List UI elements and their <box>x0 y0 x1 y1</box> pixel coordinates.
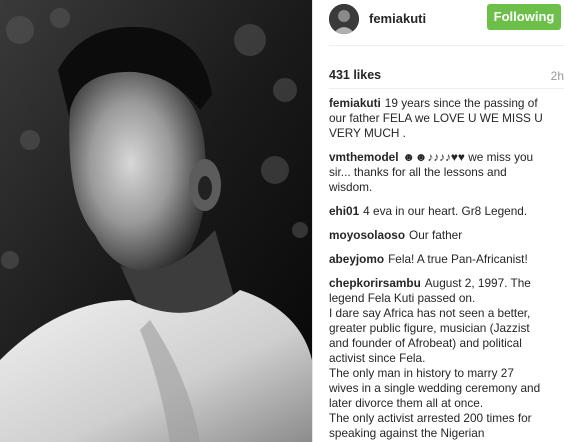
comment-line: and founder of Afrobeat) and political <box>329 336 561 351</box>
comment-item: ehi01 4 eva in our heart. Gr8 Legend. <box>329 204 561 219</box>
post-author-username[interactable]: femiakuti <box>369 11 426 26</box>
post-photo[interactable] <box>0 0 312 442</box>
comment-username[interactable]: vmthemodel <box>329 150 399 164</box>
comment-item: chepkorirsambu August 2, 1997. The legend … <box>329 276 561 441</box>
comment-line: sir... thanks for all the lessons and <box>329 165 561 180</box>
comment-line: activist since Fela. <box>329 351 561 366</box>
comment-line: wisdom. <box>329 180 561 195</box>
likes-divider <box>329 88 564 89</box>
comment-line: abeyjomo Fela! A true Pan-Africanist! <box>329 252 561 267</box>
comment-line: greater public figure, musician (Jazzist <box>329 321 561 336</box>
comment-line: ehi01 4 eva in our heart. Gr8 Legend. <box>329 204 561 219</box>
comment-item: moyosolaoso Our father <box>329 228 561 243</box>
comment-line: wives in a single wedding ceremony and <box>329 381 561 396</box>
comment-username[interactable]: chepkorirsambu <box>329 276 421 290</box>
header-divider <box>329 45 564 46</box>
comment-line: I dare say Africa has not seen a better, <box>329 306 561 321</box>
comment-text: ☻☻♪♪♪♪♥♥ we miss you <box>402 150 534 164</box>
comment-item: abeyjomo Fela! A true Pan-Africanist! <box>329 252 561 267</box>
comment-username[interactable]: moyosolaoso <box>329 228 405 242</box>
avatar[interactable] <box>329 4 359 34</box>
comment-username[interactable]: femiakuti <box>329 96 381 110</box>
comment-text: Fela! A true Pan-Africanist! <box>388 252 528 266</box>
comment-text: our father FELA we LOVE U WE MISS U <box>329 111 543 125</box>
comment-line: The only man in history to marry 27 <box>329 366 561 381</box>
comment-item: femiakuti 19 years since the passing of ou… <box>329 96 561 141</box>
post-header: femiakuti Following <box>313 0 564 45</box>
post-sidebar: femiakuti Following 431 likes 2h femiaku… <box>313 0 564 442</box>
comment-line: our father FELA we LOVE U WE MISS U <box>329 111 561 126</box>
comment-text: The only man in history to marry 27 <box>329 366 514 380</box>
comment-line: femiakuti 19 years since the passing of <box>329 96 561 111</box>
comment-text: I dare say Africa has not seen a better, <box>329 306 531 320</box>
comment-text: legend Fela Kuti passed on. <box>329 291 476 305</box>
comment-username[interactable]: ehi01 <box>329 204 359 218</box>
comment-text: 4 eva in our heart. Gr8 Legend. <box>363 204 528 218</box>
comments-list: femiakuti 19 years since the passing of ou… <box>329 96 561 442</box>
comment-text: Our father <box>409 228 463 242</box>
comment-line: The only activist arrested 200 times for <box>329 411 561 426</box>
likes-count[interactable]: 431 likes <box>329 68 381 82</box>
comment-text: greater public figure, musician (Jazzist <box>329 321 530 335</box>
comment-text: VERY MUCH . <box>329 126 406 140</box>
comment-line: chepkorirsambu August 2, 1997. The <box>329 276 561 291</box>
comment-text: wisdom. <box>329 180 373 194</box>
comment-line: later divorce them all at once. <box>329 396 561 411</box>
comment-text: speaking against the Nigerian <box>329 426 485 440</box>
comment-line: VERY MUCH . <box>329 126 561 141</box>
comment-line: speaking against the Nigerian <box>329 426 561 441</box>
comment-line: vmthemodel ☻☻♪♪♪♪♥♥ we miss you <box>329 150 561 165</box>
comment-text: and founder of Afrobeat) and political <box>329 336 522 350</box>
comment-text: wives in a single wedding ceremony and <box>329 381 541 395</box>
comment-line: moyosolaoso Our father <box>329 228 561 243</box>
comment-text: August 2, 1997. The <box>424 276 531 290</box>
comment-text: The only activist arrested 200 times for <box>329 411 532 425</box>
comment-text: sir... thanks for all the lessons and <box>329 165 507 179</box>
comment-text: activist since Fela. <box>329 351 426 365</box>
avatar-image <box>329 4 359 34</box>
post-timestamp[interactable]: 2h <box>551 69 564 83</box>
comment-item: vmthemodel ☻☻♪♪♪♪♥♥ we miss you sir... tha… <box>329 150 561 195</box>
portrait-image <box>0 0 312 442</box>
comment-line: legend Fela Kuti passed on. <box>329 291 561 306</box>
comment-text: later divorce them all at once. <box>329 396 484 410</box>
comment-text: 19 years since the passing of <box>384 96 538 110</box>
comment-username[interactable]: abeyjomo <box>329 252 384 266</box>
following-button[interactable]: Following <box>487 4 561 30</box>
